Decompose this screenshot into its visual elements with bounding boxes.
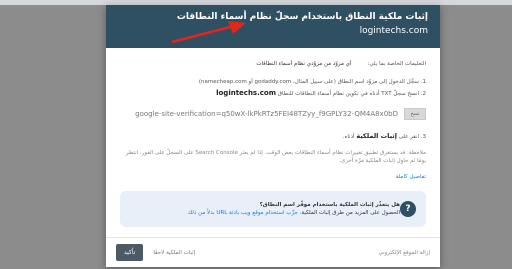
instructions-label: التعليمات الخاصة بما يلي: — [367, 61, 427, 67]
dialog-title: إثبات ملكية النطاق باستخدام سجلّ نظام أس… — [176, 12, 428, 22]
help-box: ? هل يتعذّر إثبات الملكية باستخدام موفّر… — [120, 191, 426, 227]
help-description: الحصول على المزيد من طرق إثبات الملكية. — [299, 210, 400, 216]
dialog-header: إثبات ملكية النطاق باستخدام سجلّ نظام أس… — [106, 5, 440, 48]
full-details-link[interactable]: تفاصيل كاملة — [120, 173, 426, 181]
url-prefix-link[interactable]: جرِّب استخدام موقع ويب بادئة URL بدلاً م… — [188, 210, 298, 216]
step-2-text: 2. انسخ سجلّ TXT أدناه في تكوين نظام أسم… — [277, 91, 426, 97]
step-3-bold: إثبات الملكية — [356, 132, 397, 140]
propagation-note: ملاحظة: قد يستغرق تطبيق تغييرات نظام أسم… — [125, 150, 426, 164]
step-3: 3. انقر على إثبات الملكية أدناه. — [120, 132, 426, 141]
step-2-domain: logintechs.com — [216, 89, 277, 97]
help-text: هل يتعذّر إثبات الملكية باستخدام موفّر ا… — [130, 201, 400, 217]
verify-later-button[interactable]: إثبات الملكية لاحقًا — [153, 250, 195, 256]
help-question: هل يتعذّر إثبات الملكية باستخدام موفّر ا… — [259, 202, 400, 208]
dialog-footer: إزالة الموقع الإلكتروني إثبات الملكية لا… — [106, 237, 440, 267]
verification-record-row: google-site-verification=q50wX-lkPkRTz5F… — [120, 108, 426, 120]
verify-dialog: إثبات ملكية النطاق باستخدام سجلّ نظام أس… — [106, 5, 440, 267]
question-icon: ? — [400, 201, 416, 217]
copy-button[interactable]: نسخ — [404, 108, 426, 120]
dialog-body: التعليمات الخاصة بما يلي: أي مزوّد من مز… — [106, 48, 440, 227]
step-1: 1. سجِّل الدخول إلى مزوّد اسم النطاق (عل… — [198, 79, 426, 85]
step-2: 2. انسخ سجلّ TXT أدناه في تكوين نظام أسم… — [120, 89, 426, 98]
step-3-prefix: 3. انقر على — [398, 134, 426, 140]
remove-property-button[interactable]: إزالة الموقع الإلكتروني — [379, 250, 430, 256]
dialog-subtitle: logintechs.com — [359, 26, 428, 36]
verification-code[interactable]: google-site-verification=q50wX-lkPkRTz5F… — [135, 110, 398, 118]
step-3-suffix: أدناه. — [342, 134, 355, 140]
instructions-row: التعليمات الخاصة بما يلي: أي مزوّد من مز… — [120, 60, 426, 68]
verify-button[interactable]: تأكيد — [116, 244, 144, 261]
provider-select[interactable]: أي مزوّد من مزوّدي نظام أسماء النطاقات — [256, 60, 351, 68]
